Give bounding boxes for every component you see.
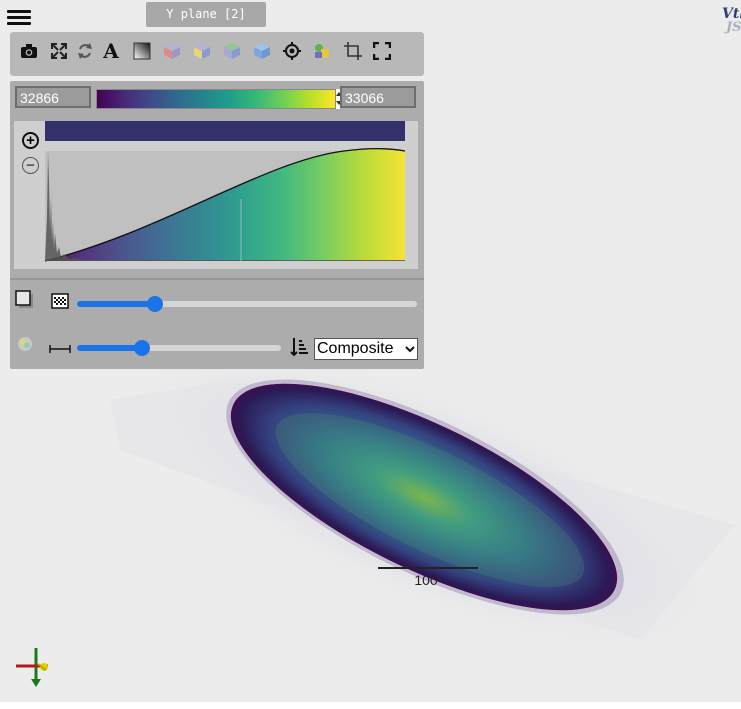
orientation-axes-icon[interactable] (16, 646, 56, 688)
opacity-slider-fill (77, 301, 156, 307)
cube-y-icon[interactable] (191, 40, 213, 62)
opacity-slider[interactable] (77, 296, 417, 312)
transfer-function-panel: 32866 33066 + − Composite (10, 81, 424, 369)
fit-view-icon[interactable] (48, 40, 70, 62)
vtkjs-logo: Vtk JS (722, 6, 741, 36)
sample-distance-icon (49, 341, 71, 353)
blend-mode-select[interactable]: Composite (314, 338, 418, 360)
scale-bar-label: 100 (414, 572, 438, 588)
sample-distance-slider[interactable] (77, 340, 281, 356)
range-min-input[interactable]: 32866 (15, 86, 91, 108)
color-palette-icon[interactable] (311, 40, 333, 62)
rotate-icon[interactable] (74, 40, 96, 62)
cube-iso-icon[interactable] (251, 40, 273, 62)
transfer-function-editor[interactable]: + − (14, 121, 418, 269)
gradient-icon[interactable] (131, 40, 153, 62)
opacity-slider-handle[interactable] (147, 296, 164, 312)
chevron-down-icon (405, 340, 415, 358)
opacity-curve-graph[interactable] (14, 121, 418, 269)
panel-divider (10, 278, 424, 280)
colormap-selector[interactable] (96, 89, 336, 109)
text-icon[interactable]: A (100, 39, 122, 63)
cube-z-icon[interactable] (221, 40, 243, 62)
zoom-out-icon[interactable]: − (22, 157, 39, 174)
cube-x-icon[interactable] (161, 40, 183, 62)
fullscreen-icon[interactable] (371, 40, 393, 62)
logo-bottom-text: JS (726, 20, 741, 35)
lighting-toggle-icon[interactable] (16, 335, 34, 353)
toolbar-panel: A (10, 32, 424, 76)
plane-tab[interactable]: Y plane [2] (146, 2, 266, 27)
opacity-icon (51, 293, 69, 309)
target-icon[interactable] (281, 40, 303, 62)
shadow-toggle-icon[interactable] (15, 290, 35, 310)
sort-order-icon[interactable] (290, 337, 310, 357)
hamburger-menu-icon[interactable] (7, 7, 31, 29)
camera-icon[interactable] (18, 40, 40, 62)
blend-mode-selected-value: Composite (317, 340, 394, 357)
range-max-input[interactable]: 33066 (340, 86, 416, 108)
crop-icon[interactable] (342, 40, 364, 62)
zoom-in-icon[interactable]: + (22, 132, 39, 149)
tf-header-bar (45, 121, 405, 141)
sample-distance-slider-fill (77, 345, 143, 351)
scale-bar (378, 567, 478, 569)
sample-distance-slider-handle[interactable] (134, 340, 151, 356)
